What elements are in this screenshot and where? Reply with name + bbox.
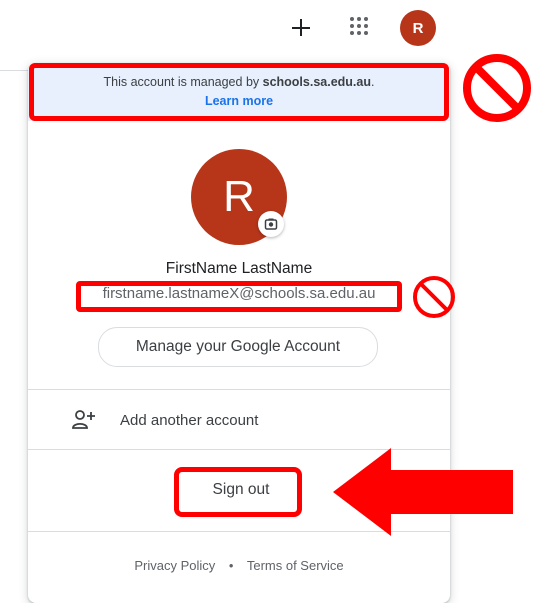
manage-google-account-label: Manage your Google Account xyxy=(135,338,341,355)
add-another-account-label: Add another account xyxy=(120,412,259,429)
terms-of-service-link[interactable]: Terms of Service xyxy=(247,558,344,573)
prohibited-icon xyxy=(413,276,455,318)
privacy-policy-link[interactable]: Privacy Policy xyxy=(134,558,215,573)
footer-links: Privacy Policy • Terms of Service xyxy=(28,558,450,573)
account-name: FirstName LastName xyxy=(165,260,313,277)
manage-google-account-button[interactable]: Manage your Google Account xyxy=(98,327,378,367)
arrow-left-icon xyxy=(333,448,513,536)
apps-grid-icon[interactable] xyxy=(349,16,369,36)
email-highlight xyxy=(76,281,402,312)
camera-icon[interactable] xyxy=(258,211,284,237)
prohibited-icon xyxy=(463,54,531,122)
add-another-account-button[interactable]: Add another account xyxy=(28,392,450,448)
plus-icon[interactable] xyxy=(286,12,316,42)
sign-out-highlight xyxy=(174,467,302,517)
divider xyxy=(28,389,450,390)
managed-banner-highlight xyxy=(29,63,449,121)
profile-avatar-initial: R xyxy=(223,172,255,221)
account-avatar-button[interactable]: R xyxy=(400,10,436,46)
avatar-initial: R xyxy=(412,19,424,37)
footer-separator: • xyxy=(228,558,234,573)
person-add-icon xyxy=(72,409,96,436)
